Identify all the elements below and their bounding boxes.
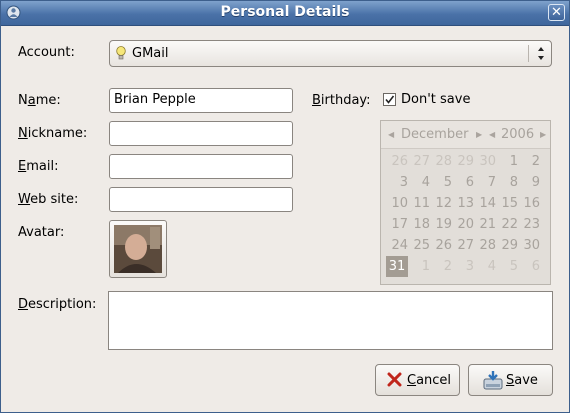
account-value: GMail — [132, 46, 169, 61]
email-input[interactable] — [109, 154, 293, 179]
email-label: Email: — [18, 159, 59, 174]
account-combo[interactable]: GMail — [109, 40, 552, 67]
calendar-day[interactable]: 25 — [408, 235, 430, 256]
calendar-day[interactable]: 24 — [386, 235, 408, 256]
checkmark-icon — [385, 95, 395, 104]
dont-save-label[interactable]: Don't save — [401, 92, 470, 107]
calendar-day[interactable]: 18 — [408, 214, 430, 235]
calendar-day[interactable]: 27 — [452, 235, 474, 256]
calendar-day[interactable]: 22 — [496, 214, 518, 235]
birthday-calendar[interactable]: ◀ December ▶ ◀ 2006 ▶ 26 27 28 29 30 1 2 3 4 5 6 7 8… — [380, 120, 551, 285]
calendar-day[interactable]: 23 — [518, 214, 540, 235]
calendar-header: ◀ December ▶ ◀ 2006 ▶ — [381, 121, 550, 149]
calendar-day[interactable]: 2 — [518, 151, 540, 172]
calendar-day[interactable]: 19 — [430, 214, 452, 235]
calendar-day[interactable]: 16 — [518, 193, 540, 214]
window-title: Personal Details — [220, 4, 350, 20]
calendar-day[interactable]: 3 — [452, 256, 474, 277]
calendar-day[interactable]: 26 — [430, 235, 452, 256]
nickname-input[interactable] — [109, 121, 293, 146]
description-label: Description: — [18, 297, 97, 312]
prev-month-icon[interactable]: ◀ — [388, 130, 394, 139]
close-button[interactable]: ✕ — [548, 4, 565, 21]
dont-save-checkbox[interactable] — [383, 93, 396, 106]
website-label: Web site: — [18, 192, 79, 207]
calendar-day[interactable]: 2 — [430, 256, 452, 277]
website-input[interactable] — [109, 187, 293, 212]
calendar-year: 2006 — [501, 127, 535, 142]
description-textarea[interactable] — [108, 291, 553, 350]
calendar-day[interactable]: 12 — [430, 193, 452, 214]
calendar-day[interactable]: 28 — [474, 235, 496, 256]
calendar-day[interactable]: 5 — [496, 256, 518, 277]
calendar-day[interactable]: 31 — [386, 256, 408, 277]
calendar-day[interactable]: 21 — [474, 214, 496, 235]
calendar-day[interactable]: 26 — [386, 151, 408, 172]
calendar-day[interactable]: 29 — [452, 151, 474, 172]
combo-separator — [528, 45, 529, 62]
avatar-label: Avatar: — [18, 225, 65, 240]
account-label: Account: — [18, 45, 75, 60]
calendar-day[interactable]: 29 — [496, 235, 518, 256]
cancel-x-icon — [387, 372, 402, 387]
calendar-day[interactable]: 1 — [408, 256, 430, 277]
calendar-day[interactable]: 4 — [408, 172, 430, 193]
cancel-button[interactable]: Cancel — [375, 364, 460, 396]
avatar-photo — [114, 225, 162, 273]
prev-year-icon[interactable]: ◀ — [489, 130, 495, 139]
calendar-month: December — [401, 127, 469, 142]
calendar-day[interactable]: 8 — [496, 172, 518, 193]
calendar-day[interactable]: 17 — [386, 214, 408, 235]
calendar-day[interactable]: 30 — [474, 151, 496, 172]
calendar-day[interactable]: 13 — [452, 193, 474, 214]
birthday-label: Birthday: — [312, 93, 371, 108]
calendar-day[interactable]: 10 — [386, 193, 408, 214]
calendar-day[interactable]: 5 — [430, 172, 452, 193]
calendar-day[interactable]: 1 — [496, 151, 518, 172]
up-down-arrows-icon — [538, 47, 544, 60]
save-button[interactable]: Save — [468, 364, 553, 396]
next-year-icon[interactable]: ▶ — [540, 130, 546, 139]
calendar-day[interactable]: 4 — [474, 256, 496, 277]
calendar-day[interactable]: 28 — [430, 151, 452, 172]
calendar-day[interactable]: 9 — [518, 172, 540, 193]
next-month-icon[interactable]: ▶ — [476, 130, 482, 139]
calendar-day[interactable]: 30 — [518, 235, 540, 256]
calendar-day[interactable]: 20 — [452, 214, 474, 235]
title-bar[interactable]: Personal Details ✕ — [1, 1, 569, 26]
calendar-day[interactable]: 15 — [496, 193, 518, 214]
save-label: Save — [506, 373, 538, 388]
calendar-day[interactable]: 11 — [408, 193, 430, 214]
cancel-label: Cancel — [407, 373, 452, 388]
avatar-button[interactable] — [109, 220, 167, 278]
personal-details-dialog: Personal Details ✕ Account: GMail Name: … — [0, 0, 570, 413]
lightbulb-icon — [116, 46, 126, 60]
calendar-day[interactable]: 27 — [408, 151, 430, 172]
name-input[interactable]: Brian Pepple — [109, 88, 293, 113]
calendar-day[interactable]: 6 — [452, 172, 474, 193]
nickname-label: Nickname: — [18, 126, 88, 141]
calendar-day[interactable]: 7 — [474, 172, 496, 193]
close-icon: ✕ — [551, 5, 562, 20]
calendar-day[interactable]: 14 — [474, 193, 496, 214]
save-icon — [483, 371, 503, 390]
calendar-day[interactable]: 6 — [518, 256, 540, 277]
calendar-day[interactable]: 3 — [386, 172, 408, 193]
name-label: Name: — [18, 93, 61, 108]
